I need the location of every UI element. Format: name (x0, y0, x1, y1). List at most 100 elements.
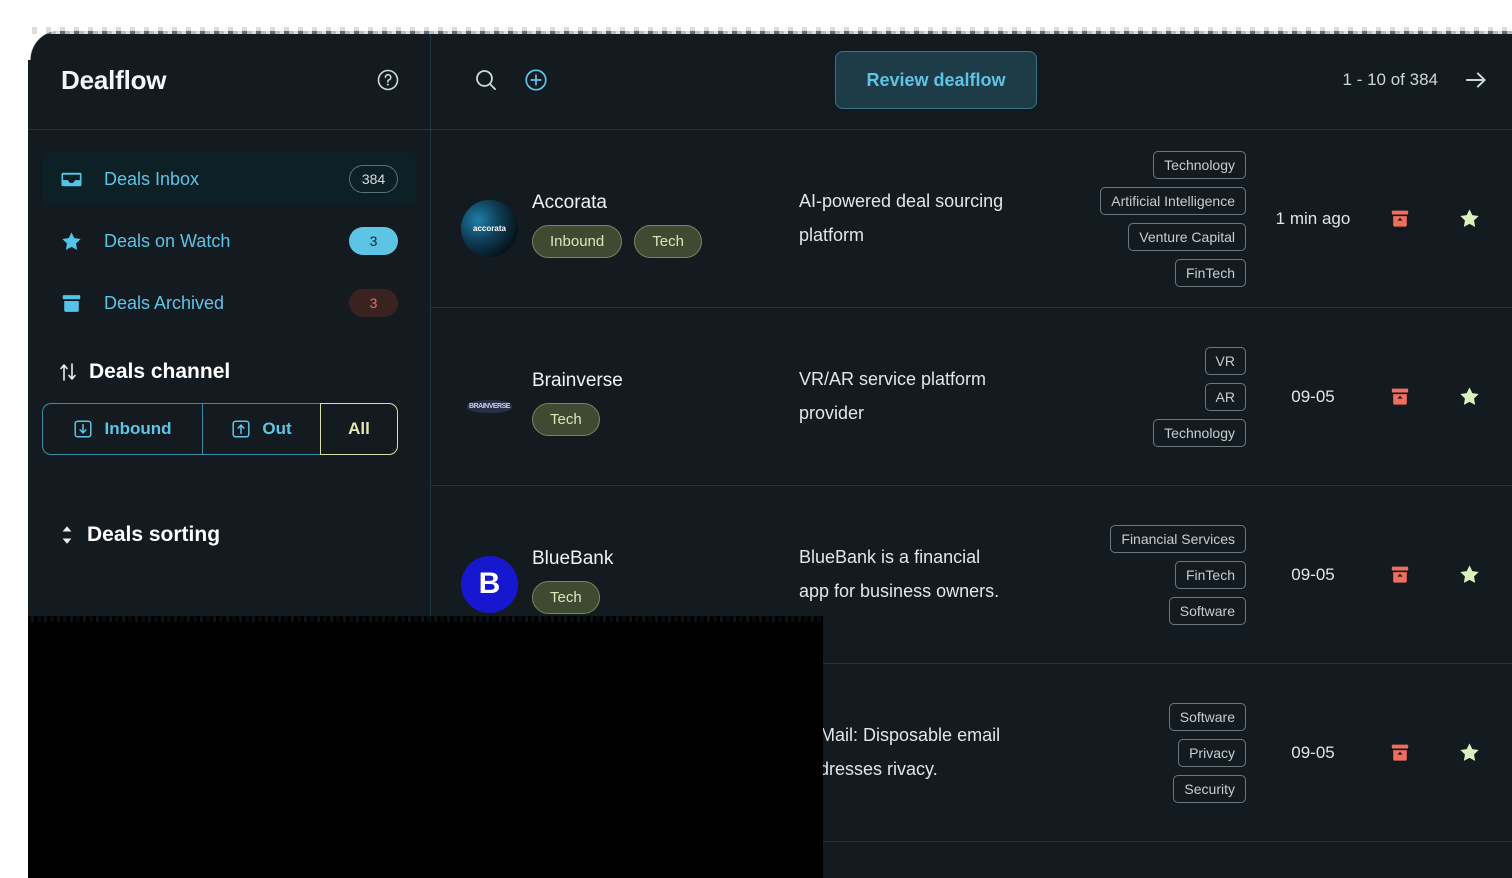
deal-description: BlueBank is a financial app for business… (799, 547, 1000, 601)
deal-actions (1380, 206, 1490, 231)
channel-option-label: Inbound (104, 419, 172, 438)
deal-actions (1380, 740, 1490, 765)
search-icon[interactable] (473, 67, 499, 93)
deal-pills: Tech (532, 402, 623, 436)
deal-tag[interactable]: Technology (1153, 418, 1246, 447)
pagination: 1 - 10 of 384 (1343, 66, 1490, 94)
window-top-edge (28, 27, 1512, 34)
deal-company-cell: BRAINVERSE Brainverse Tech (461, 358, 781, 436)
inbox-icon (58, 167, 84, 192)
deal-tag[interactable]: FinTech (1174, 258, 1246, 287)
deals-sorting-title: Deals sorting (87, 523, 221, 546)
help-circle-icon[interactable] (376, 68, 400, 92)
deal-tag[interactable]: Technology (1153, 150, 1246, 179)
sidebar-item-deals-archived[interactable]: Deals Archived 3 (42, 276, 416, 330)
deal-tag[interactable]: Venture Capital (1128, 222, 1246, 251)
logo-wordmark: accorata (473, 223, 506, 233)
sidebar-item-deals-inbox[interactable]: Deals Inbox 384 (42, 152, 416, 206)
deal-tag[interactable]: Security (1173, 774, 1246, 803)
table-row[interactable]: accorata Accorata Inbound Tech AI-powere… (431, 130, 1512, 308)
logo-wordmark: B (478, 567, 501, 600)
deal-tag[interactable]: Software (1168, 596, 1246, 625)
deals-sorting-section: Deals sorting (28, 523, 430, 547)
deal-date: 09-05 (1291, 564, 1335, 584)
channel-option-label: Out (262, 419, 292, 438)
deal-actions (1380, 562, 1490, 587)
occlusion-overlay-edge (28, 616, 823, 630)
sidebar-item-label: Deals Inbox (104, 168, 200, 189)
deal-date: 1 min ago (1275, 208, 1351, 228)
deal-tag[interactable]: AR (1204, 382, 1246, 411)
archive-icon[interactable] (1388, 563, 1412, 587)
occlusion-overlay (28, 622, 823, 878)
channel-option-all[interactable]: All (320, 403, 398, 455)
deal-company-block: Brainverse Tech (532, 364, 623, 436)
deal-tags: Software Privacy Security (1031, 702, 1246, 803)
sidebar-item-label: Deals Archived (104, 292, 225, 313)
review-dealflow-button[interactable]: Review dealflow (835, 51, 1037, 109)
star-icon[interactable] (1457, 562, 1482, 587)
arrow-up-box-icon (231, 419, 251, 439)
sort-chevrons-icon (58, 524, 76, 546)
deal-tag[interactable]: Privacy (1178, 738, 1246, 767)
bluebank-logo: B (461, 555, 518, 613)
deal-description: VR/AR service platform provider (799, 369, 987, 423)
deals-channel-title: Deals channel (89, 360, 231, 383)
review-dealflow-label: Review dealflow (866, 69, 1006, 90)
plus-circle-icon[interactable] (523, 67, 549, 93)
logo-wordmark: BRAINVERSE (467, 399, 512, 413)
deal-tag[interactable]: Financial Services (1110, 524, 1246, 553)
deal-company-name: Brainverse (532, 369, 623, 391)
main-toolbar: Review dealflow 1 - 10 of 384 (431, 31, 1512, 130)
channel-option-out[interactable]: Out (202, 403, 320, 455)
star-icon[interactable] (1457, 206, 1482, 231)
deals-channel-segmented-control: Inbound Out All (42, 403, 416, 455)
channel-option-inbound[interactable]: Inbound (42, 403, 202, 455)
star-icon[interactable] (1457, 384, 1482, 409)
deal-actions (1380, 384, 1490, 409)
deal-pill: Inbound (532, 224, 623, 258)
page-title: Dealflow (61, 64, 167, 95)
archive-icon (58, 291, 84, 316)
deal-date: 09-05 (1291, 742, 1335, 762)
table-row[interactable]: BRAINVERSE Brainverse Tech VR/AR service… (431, 308, 1512, 486)
deal-company-cell: B BlueBank Tech (461, 536, 781, 614)
arrow-down-box-icon (73, 419, 93, 439)
deal-pills: Inbound Tech (532, 224, 702, 258)
deal-pills: Tech (532, 580, 613, 614)
deal-company-block: BlueBank Tech (532, 542, 613, 614)
deal-tags: Technology Artificial Intelligence Ventu… (1031, 150, 1246, 287)
deal-company-block: Accorata Inbound Tech (532, 186, 702, 258)
deal-tag[interactable]: Artificial Intelligence (1100, 186, 1246, 215)
sort-updown-icon (58, 361, 78, 383)
deal-date: 09-05 (1291, 386, 1335, 406)
deal-tag[interactable]: Software (1168, 702, 1246, 731)
app-window: Dealflow Deals Inbox 384 Deals on Watch … (28, 31, 1512, 878)
deals-channel-section: Deals channel Inbound Out All (28, 360, 430, 455)
archive-icon[interactable] (1388, 207, 1412, 231)
sidebar-header: Dealflow (28, 31, 430, 130)
archive-icon[interactable] (1388, 385, 1412, 409)
deal-tag[interactable]: VR (1204, 346, 1246, 375)
sidebar-badge-inbox: 384 (349, 165, 398, 193)
deal-pill: Tech (532, 580, 600, 614)
deal-company-cell: accorata Accorata Inbound Tech (461, 180, 781, 258)
deal-description: AI-powered deal sourcing platform (799, 191, 1004, 245)
deal-tags: Financial Services FinTech Software (1031, 524, 1246, 625)
star-icon (58, 229, 84, 254)
sidebar-item-deals-on-watch[interactable]: Deals on Watch 3 (42, 214, 416, 268)
arrow-right-icon[interactable] (1462, 66, 1490, 94)
sidebar-nav: Deals Inbox 384 Deals on Watch 3 Deals A… (28, 130, 430, 330)
sidebar-badge-archived: 3 (349, 289, 398, 317)
deal-tag[interactable]: FinTech (1174, 560, 1246, 589)
star-icon[interactable] (1457, 740, 1482, 765)
archive-icon[interactable] (1388, 741, 1412, 765)
pagination-text: 1 - 10 of 384 (1342, 70, 1438, 89)
deal-pill: Tech (532, 402, 600, 436)
deal-company-name: BlueBank (532, 547, 614, 569)
deals-sorting-heading[interactable]: Deals sorting (28, 523, 430, 547)
accorata-logo: accorata (461, 199, 518, 257)
brainverse-logo: BRAINVERSE (461, 378, 518, 435)
sidebar-item-label: Deals on Watch (104, 230, 231, 251)
channel-option-label: All (348, 419, 370, 438)
